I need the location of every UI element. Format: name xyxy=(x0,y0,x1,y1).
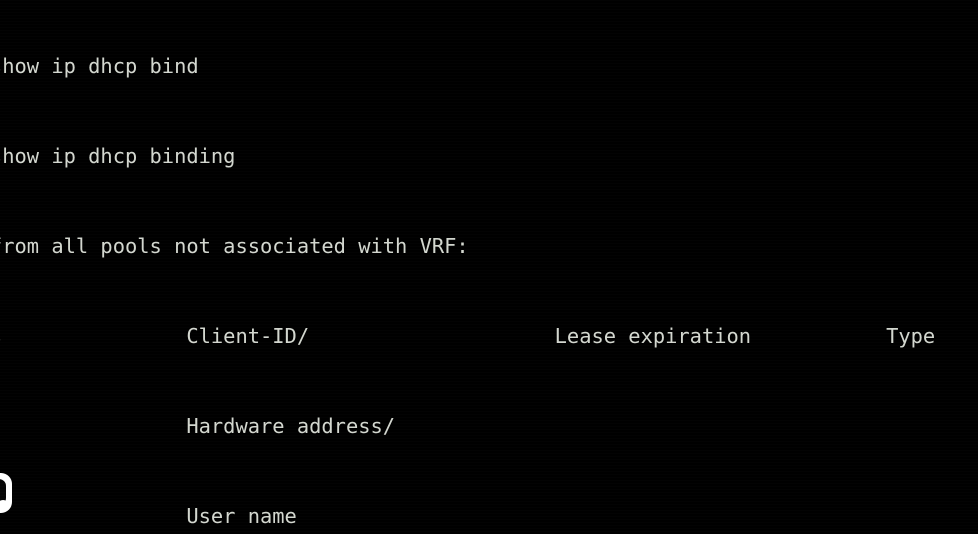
terminal-screen[interactable]: tchi01#show ip dhcp bind tchi01#show ip … xyxy=(0,0,978,534)
terminal-line: ndings from all pools not associated wit… xyxy=(0,234,469,258)
terminal-line: tchi01#show ip dhcp binding xyxy=(0,144,236,168)
terminal-line: tchi01#show ip dhcp bind xyxy=(0,54,199,78)
terminal-window[interactable]: tchi01#show ip dhcp bind tchi01#show ip … xyxy=(0,0,978,534)
terminal-line: address Client-ID/ Lease expiration Type xyxy=(0,324,936,348)
terminal-line: User name xyxy=(186,504,297,528)
terminal-line: Hardware address/ xyxy=(186,414,396,438)
